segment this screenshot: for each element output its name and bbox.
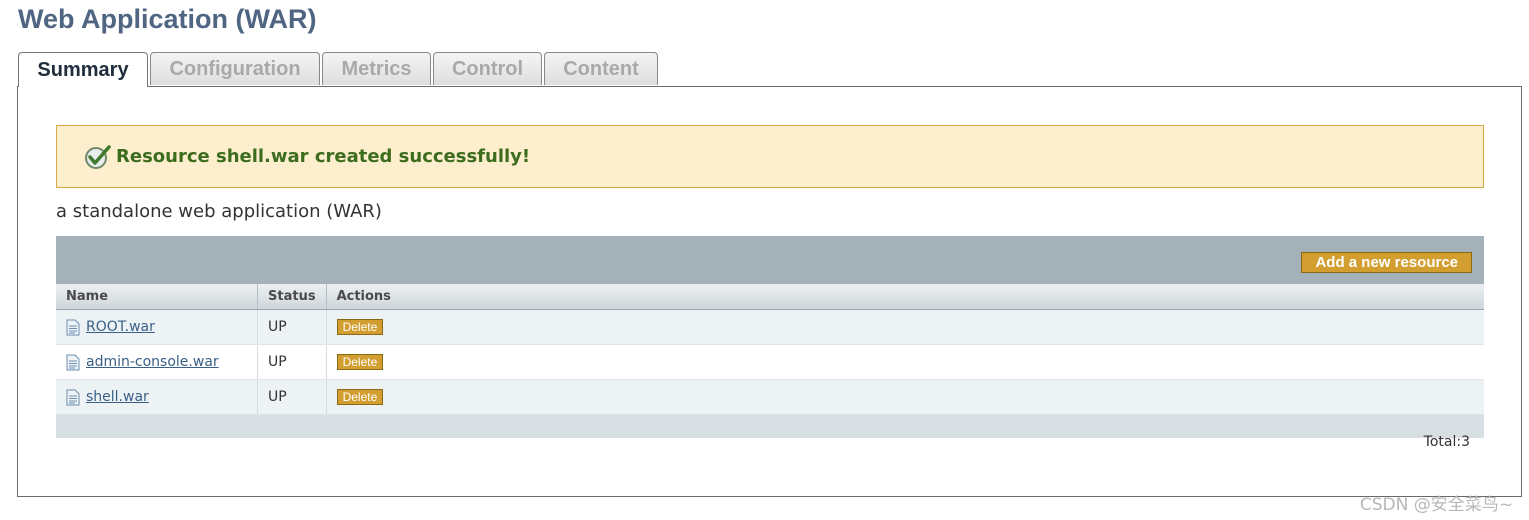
table-row: ROOT.war UP Delete — [56, 309, 1484, 345]
resource-table: Add a new resource Name Status Actions R… — [56, 236, 1484, 450]
column-header-actions: Actions — [326, 284, 1484, 310]
resource-link[interactable]: ROOT.war — [86, 319, 155, 335]
delete-button[interactable]: Delete — [336, 319, 384, 335]
total-count: Total:3 — [1423, 434, 1470, 450]
alert-message: Resource shell.war created successfully! — [116, 146, 531, 167]
resource-link[interactable]: shell.war — [86, 389, 149, 405]
tab-configuration[interactable]: Configuration — [150, 52, 320, 85]
success-alert: Resource shell.war created successfully! — [56, 125, 1484, 188]
status-cell: UP — [257, 379, 327, 415]
table-row: admin-console.war UP Delete — [56, 344, 1484, 380]
status-cell: UP — [257, 309, 327, 345]
page-title: Web Application (WAR) — [18, 4, 317, 34]
column-header-name: Name — [56, 284, 258, 310]
resource-description: a standalone web application (WAR) — [56, 201, 382, 222]
status-cell: UP — [257, 344, 327, 380]
file-icon — [66, 389, 80, 405]
table-row: shell.war UP Delete — [56, 379, 1484, 415]
table-footer — [56, 415, 1484, 438]
delete-button[interactable]: Delete — [336, 354, 384, 370]
tab-content[interactable]: Content — [544, 52, 658, 85]
tab-metrics[interactable]: Metrics — [322, 52, 431, 85]
watermark: CSDN @安全菜鸟~ — [1359, 495, 1513, 515]
column-header-status: Status — [257, 284, 327, 310]
resource-link[interactable]: admin-console.war — [86, 354, 219, 370]
file-icon — [66, 354, 80, 370]
tab-control[interactable]: Control — [433, 52, 542, 85]
table-toolbar: Add a new resource — [56, 236, 1484, 284]
summary-panel: Resource shell.war created successfully!… — [17, 86, 1522, 497]
check-circle-icon — [85, 144, 111, 169]
file-icon — [66, 319, 80, 335]
tab-summary[interactable]: Summary — [18, 52, 148, 87]
tab-bar: Summary Configuration Metrics Control Co… — [18, 52, 660, 87]
delete-button[interactable]: Delete — [336, 389, 384, 405]
add-resource-button[interactable]: Add a new resource — [1301, 252, 1472, 273]
